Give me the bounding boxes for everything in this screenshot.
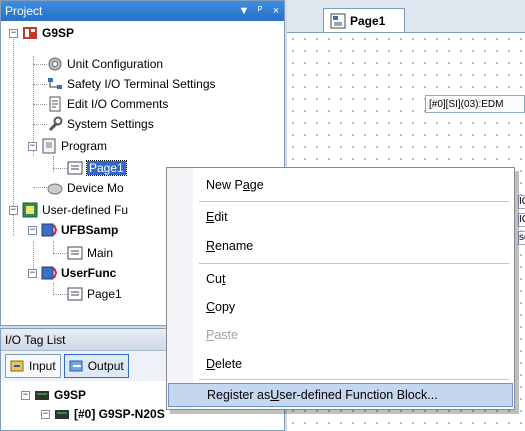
controller-icon bbox=[34, 387, 50, 403]
tree-item-label: System Settings bbox=[67, 117, 154, 131]
page-icon bbox=[67, 245, 83, 261]
edm-input-tag[interactable]: [#0][SI](03):EDM bbox=[425, 95, 525, 113]
collapse-icon[interactable]: − bbox=[41, 409, 50, 419]
tree-item-label: UserFunc bbox=[61, 266, 117, 280]
tree-item-label: Unit Configuration bbox=[67, 57, 164, 71]
tree-item-label: Page1 bbox=[86, 160, 127, 176]
network-icon bbox=[47, 76, 63, 92]
tree-line bbox=[53, 168, 67, 169]
tree-item-main[interactable]: Main bbox=[67, 243, 113, 263]
menu-item-paste: Paste bbox=[206, 328, 238, 342]
tree-item-label: Main bbox=[87, 246, 114, 260]
tree-item-label: UFBSamp bbox=[61, 223, 119, 237]
io-tree-item-g9sp-n20s[interactable]: − [#0] G9SP-N20S bbox=[41, 404, 165, 424]
tab-page1[interactable]: Page1 bbox=[323, 8, 405, 32]
module-icon bbox=[54, 406, 70, 422]
tree-item-page1-selected[interactable]: Page1 bbox=[67, 158, 127, 178]
project-panel-title-bar: Project ▼ ᴾ × bbox=[1, 1, 284, 21]
controller-icon bbox=[22, 25, 38, 41]
tree-line bbox=[33, 187, 47, 188]
tree-item-program[interactable]: − Program bbox=[28, 136, 107, 156]
output-filter-label: Output bbox=[87, 359, 124, 373]
io-tag-stub[interactable]: IO bbox=[518, 213, 525, 227]
tree-item-label: Device Mo bbox=[67, 181, 124, 195]
function-block-icon bbox=[41, 222, 58, 238]
menu-item-edit[interactable]: Edit bbox=[168, 205, 513, 229]
panel-close-icon[interactable]: × bbox=[268, 5, 284, 17]
tree-item-label: User-defined Fu bbox=[42, 203, 129, 217]
tree-item-g9sp[interactable]: − G9SP bbox=[9, 23, 74, 43]
menu-item-cut[interactable]: Cu t bbox=[168, 267, 513, 291]
tree-item-page1[interactable]: Page1 bbox=[67, 284, 122, 304]
menu-item-rename[interactable]: Rename bbox=[168, 234, 513, 258]
function-block-icon bbox=[41, 265, 58, 281]
context-menu: New Pa ge Edit Rename Cu t Copy Paste Dele… bbox=[166, 167, 515, 410]
tree-line bbox=[33, 124, 47, 125]
wrench-icon bbox=[47, 116, 63, 132]
output-icon bbox=[69, 358, 85, 374]
gear-icon bbox=[47, 56, 63, 72]
input-icon bbox=[10, 358, 26, 374]
io-tree-item-label: [#0] G9SP-N20S bbox=[74, 407, 165, 421]
panel-pin-icon[interactable]: ᴾ bbox=[252, 5, 268, 17]
document-icon bbox=[47, 96, 63, 112]
tree-item-label: G9SP bbox=[42, 26, 75, 40]
page-tab-icon bbox=[330, 13, 346, 29]
menu-item-new-page[interactable]: New Pa ge bbox=[168, 173, 513, 197]
io-tree-item-g9sp[interactable]: − G9SP bbox=[21, 385, 86, 405]
collapse-icon[interactable]: − bbox=[28, 225, 37, 235]
device-icon bbox=[47, 180, 63, 196]
menu-item-copy[interactable]: Copy bbox=[168, 295, 513, 319]
function-library-icon bbox=[22, 202, 38, 218]
page-icon bbox=[67, 160, 83, 176]
tree-item-userfunc[interactable]: − UserFunc bbox=[28, 263, 116, 283]
tree-item-label: Edit I/O Comments bbox=[67, 97, 169, 111]
tree-line bbox=[53, 253, 67, 254]
input-filter-label: Input bbox=[29, 359, 56, 373]
tree-item-label: Page1 bbox=[87, 287, 122, 301]
tree-line bbox=[53, 294, 67, 295]
collapse-icon[interactable]: − bbox=[28, 268, 37, 278]
project-panel-title: Project bbox=[5, 4, 43, 18]
output-filter-button[interactable]: Output bbox=[63, 354, 129, 378]
collapse-icon[interactable]: − bbox=[9, 28, 18, 38]
program-icon bbox=[41, 138, 57, 154]
tree-item-unit-configuration[interactable]: Unit Configuration bbox=[47, 54, 163, 74]
tree-line bbox=[33, 104, 47, 105]
tree-item-user-defined-functions[interactable]: − User-defined Fu bbox=[9, 200, 128, 220]
tree-item-edit-io-comments[interactable]: Edit I/O Comments bbox=[47, 94, 168, 114]
tree-line bbox=[33, 84, 47, 85]
tree-line bbox=[33, 64, 47, 65]
tree-item-label: Program bbox=[61, 139, 108, 153]
tree-item-ufbsamp[interactable]: − UFBSamp bbox=[28, 220, 118, 240]
input-filter-button[interactable]: Input bbox=[5, 354, 61, 378]
menu-item-register-as-user-defined-function-block[interactable]: Register as User-defined Function Block.… bbox=[168, 383, 513, 407]
collapse-icon[interactable]: − bbox=[9, 205, 18, 215]
tree-line bbox=[53, 241, 54, 253]
tree-line bbox=[53, 156, 54, 172]
menu-separator bbox=[199, 263, 509, 264]
tree-item-device-monitor[interactable]: Device Mo bbox=[47, 178, 124, 198]
page-icon bbox=[67, 286, 83, 302]
collapse-icon[interactable]: − bbox=[21, 390, 30, 400]
io-tag-stub[interactable]: se bbox=[518, 231, 525, 245]
io-tag-stub[interactable]: IO bbox=[518, 195, 525, 209]
io-tree-item-label: G9SP bbox=[54, 388, 87, 402]
panel-dropdown-icon[interactable]: ▼ bbox=[236, 5, 252, 17]
collapse-icon[interactable]: − bbox=[28, 141, 37, 151]
tab-label: Page1 bbox=[350, 13, 386, 28]
tree-item-system-settings[interactable]: System Settings bbox=[47, 114, 154, 134]
menu-separator bbox=[199, 201, 509, 202]
tree-item-safety-io-terminal-settings[interactable]: Safety I/O Terminal Settings bbox=[47, 74, 216, 94]
menu-item-delete[interactable]: Delete bbox=[168, 352, 513, 376]
menu-separator bbox=[199, 379, 509, 380]
tree-item-label: Safety I/O Terminal Settings bbox=[67, 77, 216, 91]
